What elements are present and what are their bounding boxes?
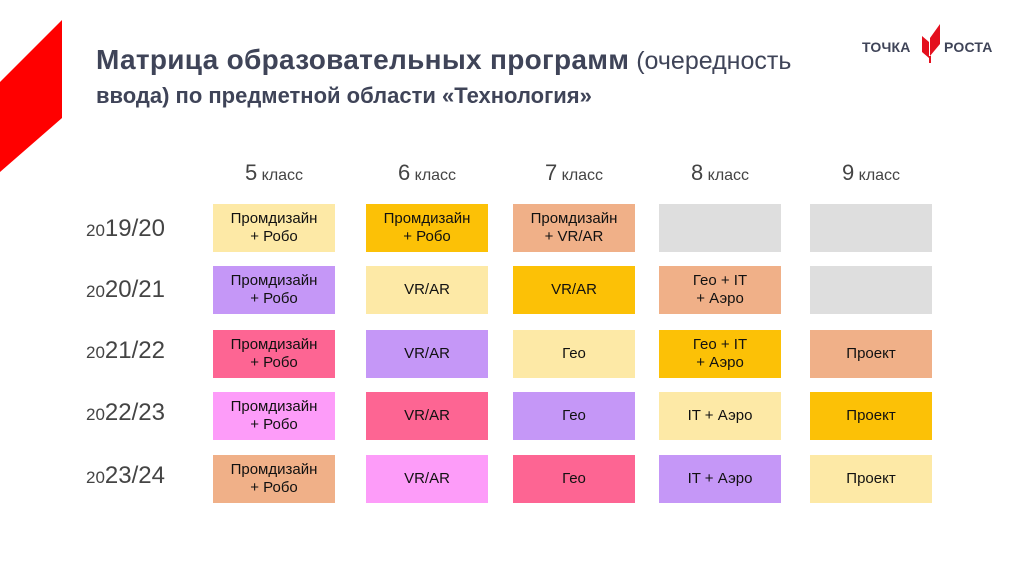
program-line-1: Промдизайн	[230, 461, 318, 478]
program-cell: Гео	[513, 392, 635, 440]
program-cell: IT + Аэро	[659, 455, 781, 503]
program-cell: VR/AR	[366, 455, 488, 503]
grade-label: класс	[703, 167, 750, 184]
column-header-grade-8: 8 класс	[658, 160, 782, 186]
program-line-2: + Робо	[250, 354, 298, 371]
grade-number: 8	[690, 160, 704, 185]
year-suffix: 21/22	[104, 337, 165, 364]
program-line-2: + Робо	[250, 228, 298, 245]
column-header-grade-7: 7 класс	[512, 160, 636, 186]
program-line-1: IT + Аэро	[687, 470, 753, 487]
program-line-2: + Робо	[250, 416, 298, 433]
program-line-1: Гео	[562, 470, 586, 487]
logo-word-right: РОСТА	[944, 39, 993, 55]
title-bold: Матрица образовательных программ	[96, 44, 630, 75]
program-line-1: Гео	[562, 345, 586, 362]
year-prefix: 20	[86, 468, 105, 487]
program-line-1: Гео + IT	[692, 336, 748, 353]
program-cell: VR/AR	[366, 392, 488, 440]
year-suffix: 22/23	[104, 399, 165, 426]
program-line-1: Проект	[846, 470, 896, 487]
program-cell: Проект	[810, 455, 932, 503]
program-cell: Промдизайн + Робо	[213, 204, 335, 252]
year-prefix: 20	[86, 405, 105, 424]
row-header-year: 2023/24	[86, 462, 186, 490]
program-line-1: VR/AR	[404, 281, 450, 298]
program-cell: Гео + IT + Аэро	[659, 330, 781, 378]
program-line-1: Промдизайн	[383, 210, 471, 227]
program-cell: Проект	[810, 330, 932, 378]
empty-cell	[810, 266, 932, 314]
title-line2: ввода) по предметной области «Технология…	[96, 83, 592, 108]
grade-label: класс	[557, 167, 604, 184]
program-line-1: Промдизайн	[530, 210, 618, 227]
program-line-2: + VR/AR	[544, 228, 604, 245]
year-suffix: 20/21	[104, 276, 165, 303]
program-line-2: + Робо	[403, 228, 451, 245]
program-cell: VR/AR	[366, 266, 488, 314]
program-line-1: Промдизайн	[230, 336, 318, 353]
program-line-1: VR/AR	[404, 345, 450, 362]
red-accent-stripe	[0, 20, 62, 172]
year-prefix: 20	[86, 221, 105, 240]
row-header-year: 2022/23	[86, 399, 186, 427]
program-cell: Промдизайн + Робо	[213, 455, 335, 503]
program-line-1: Промдизайн	[230, 398, 318, 415]
program-line-1: Гео	[562, 407, 586, 424]
program-line-1: IT + Аэро	[687, 407, 753, 424]
program-cell: Гео	[513, 455, 635, 503]
program-cell: IT + Аэро	[659, 392, 781, 440]
program-line-2: + Робо	[250, 290, 298, 307]
program-line-1: Гео + IT	[692, 272, 748, 289]
program-cell: Гео + IT + Аэро	[659, 266, 781, 314]
program-line-1: VR/AR	[404, 407, 450, 424]
grade-number: 7	[544, 160, 558, 185]
program-line-1: VR/AR	[551, 281, 597, 298]
program-line-1: Промдизайн	[230, 210, 318, 227]
title-normal: (очередность	[629, 47, 792, 75]
program-cell: Промдизайн + Робо	[213, 330, 335, 378]
program-line-1: Проект	[846, 345, 896, 362]
program-cell: Промдизайн + Робо	[366, 204, 488, 252]
grade-label: класс	[257, 167, 304, 184]
program-cell: Промдизайн + Робо	[213, 392, 335, 440]
tochka-rosta-logo: ТОЧКА РОСТА	[862, 22, 1002, 64]
logo-word-left: ТОЧКА	[862, 39, 911, 55]
row-header-year: 2021/22	[86, 337, 186, 365]
grade-number: 5	[244, 160, 258, 185]
program-line-2: + Робо	[250, 479, 298, 496]
program-line-1: Промдизайн	[230, 272, 318, 289]
grade-label: класс	[854, 167, 901, 184]
empty-cell	[810, 204, 932, 252]
column-header-grade-5: 5 класс	[212, 160, 336, 186]
slide-title: Матрица образовательных программ (очеред…	[96, 44, 926, 111]
grade-number: 9	[841, 160, 855, 185]
column-header-grade-6: 6 класс	[365, 160, 489, 186]
program-cell: Гео	[513, 330, 635, 378]
grade-label: класс	[410, 167, 457, 184]
program-line-1: VR/AR	[404, 470, 450, 487]
empty-cell	[659, 204, 781, 252]
program-line-2: + Аэро	[696, 354, 744, 371]
program-cell: VR/AR	[513, 266, 635, 314]
program-cell: Проект	[810, 392, 932, 440]
year-suffix: 19/20	[104, 215, 165, 242]
year-suffix: 23/24	[104, 462, 165, 489]
logo-sprout-icon	[922, 24, 940, 63]
program-cell: VR/AR	[366, 330, 488, 378]
program-line-1: Проект	[846, 407, 896, 424]
row-header-year: 2020/21	[86, 276, 186, 304]
column-header-grade-9: 9 класс	[809, 160, 933, 186]
year-prefix: 20	[86, 343, 105, 362]
grade-number: 6	[397, 160, 411, 185]
year-prefix: 20	[86, 282, 105, 301]
row-header-year: 2019/20	[86, 215, 186, 243]
program-cell: Промдизайн + VR/AR	[513, 204, 635, 252]
program-cell: Промдизайн + Робо	[213, 266, 335, 314]
program-line-2: + Аэро	[696, 290, 744, 307]
